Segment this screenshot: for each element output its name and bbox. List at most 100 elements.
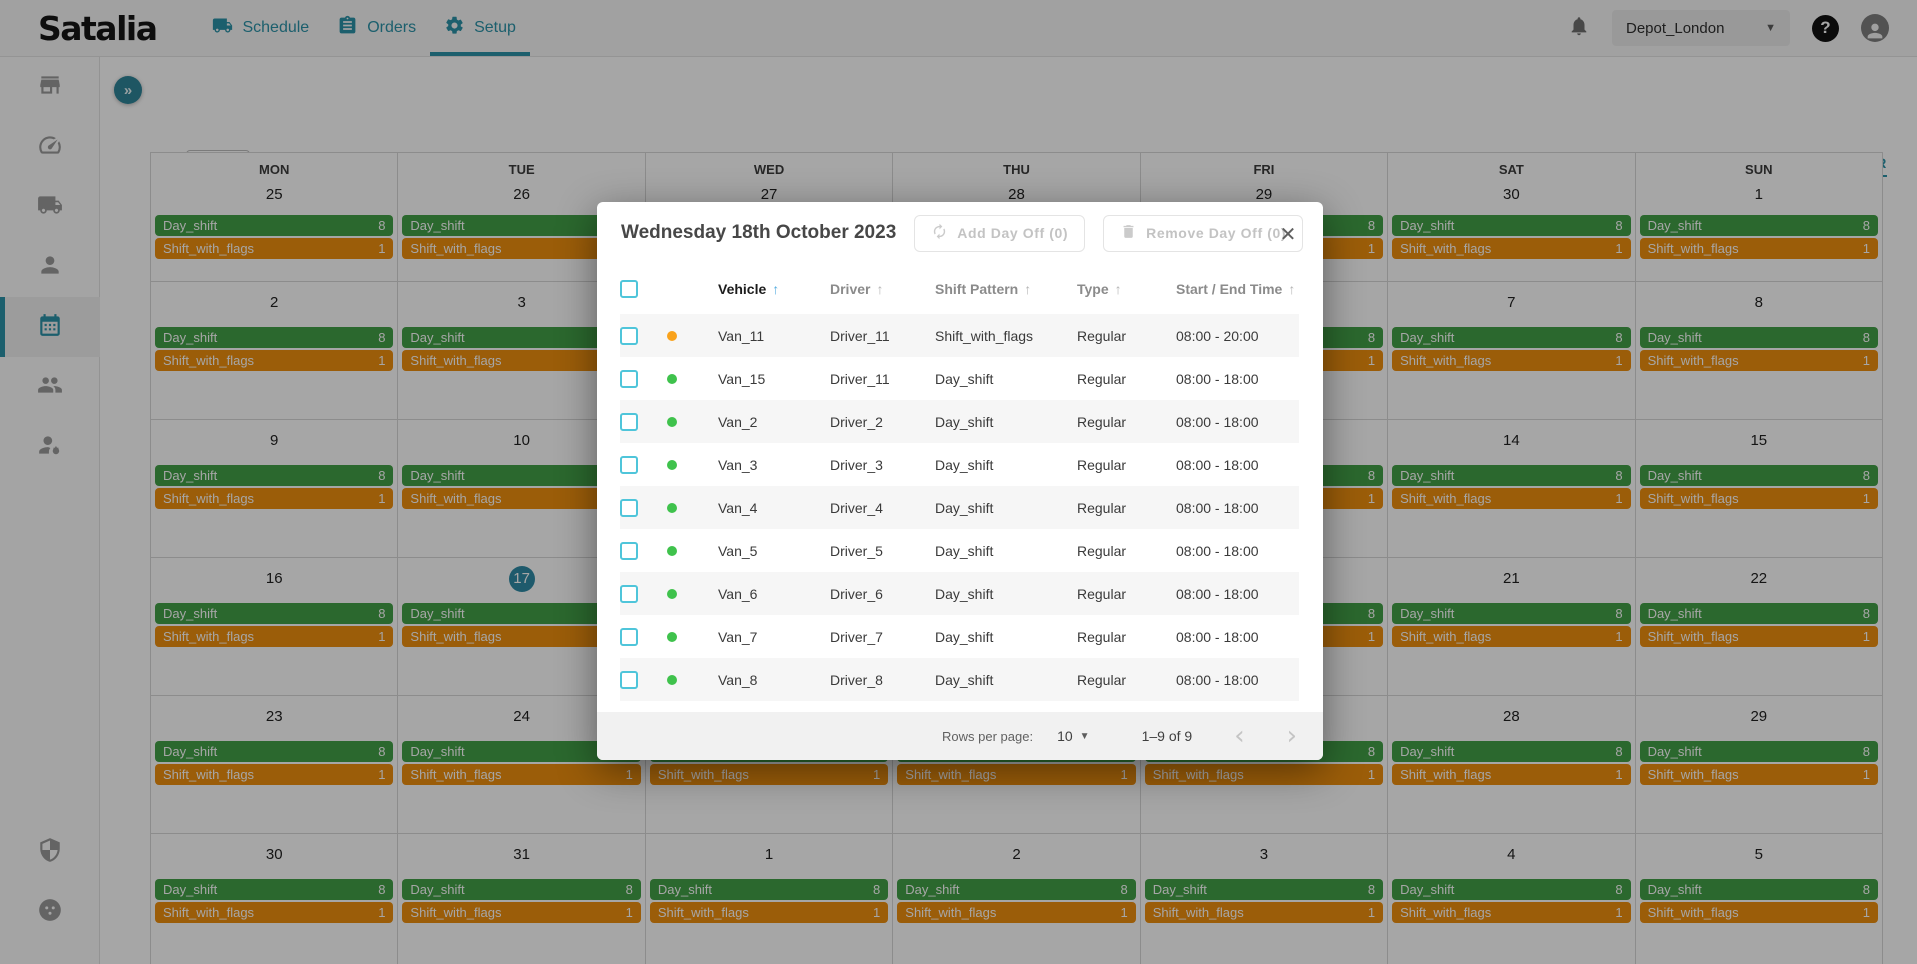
type-cell: Regular (1077, 457, 1176, 473)
status-dot-green (667, 374, 677, 384)
refresh-icon (931, 223, 948, 243)
shift-pattern-cell: Day_shift (935, 543, 1077, 559)
shift-pattern-cell: Day_shift (935, 457, 1077, 473)
table-pagination: Rows per page: 10 ▼ 1–9 of 9 ‹ › (597, 712, 1323, 760)
time-cell: 08:00 - 18:00 (1176, 672, 1299, 688)
driver-cell: Driver_4 (830, 500, 935, 516)
type-cell: Regular (1077, 629, 1176, 645)
table-body: Van_11Driver_11Shift_with_flagsRegular08… (620, 314, 1299, 701)
driver-cell: Driver_2 (830, 414, 935, 430)
status-dot-green (667, 460, 677, 470)
driver-cell: Driver_5 (830, 543, 935, 559)
sort-arrow-icon: ↑ (876, 281, 883, 297)
status-dot-green (667, 589, 677, 599)
table-row[interactable]: Van_5Driver_5Day_shiftRegular08:00 - 18:… (620, 529, 1299, 572)
row-checkbox[interactable] (620, 413, 638, 431)
shift-pattern-cell: Shift_with_flags (935, 328, 1077, 344)
driver-cell: Driver_8 (830, 672, 935, 688)
shift-pattern-cell: Day_shift (935, 414, 1077, 430)
time-cell: 08:00 - 18:00 (1176, 543, 1299, 559)
row-checkbox[interactable] (620, 542, 638, 560)
table-row[interactable]: Van_15Driver_11Day_shiftRegular08:00 - 1… (620, 357, 1299, 400)
status-dot-orange (667, 331, 677, 341)
status-dot-green (667, 675, 677, 685)
row-checkbox[interactable] (620, 370, 638, 388)
type-cell: Regular (1077, 543, 1176, 559)
type-cell: Regular (1077, 672, 1176, 688)
type-cell: Regular (1077, 371, 1176, 387)
shift-pattern-cell: Day_shift (935, 672, 1077, 688)
column-header-driver[interactable]: Driver↑ (830, 281, 935, 297)
sort-arrow-icon: ↑ (772, 281, 779, 297)
vehicle-cell: Van_5 (718, 543, 830, 559)
time-cell: 08:00 - 20:00 (1176, 328, 1299, 344)
day-details-modal: Wednesday 18th October 2023 Add Day Off … (597, 202, 1323, 760)
time-cell: 08:00 - 18:00 (1176, 414, 1299, 430)
table-row[interactable]: Van_3Driver_3Day_shiftRegular08:00 - 18:… (620, 443, 1299, 486)
select-all-checkbox[interactable] (620, 280, 638, 298)
row-checkbox[interactable] (620, 456, 638, 474)
row-checkbox[interactable] (620, 585, 638, 603)
shift-pattern-cell: Day_shift (935, 371, 1077, 387)
vehicle-cell: Van_3 (718, 457, 830, 473)
vehicle-cell: Van_7 (718, 629, 830, 645)
add-day-off-button[interactable]: Add Day Off (0) (914, 215, 1085, 252)
status-dot-green (667, 503, 677, 513)
row-checkbox[interactable] (620, 671, 638, 689)
shift-pattern-cell: Day_shift (935, 629, 1077, 645)
vehicle-cell: Van_11 (718, 328, 830, 344)
rows-per-page-select[interactable]: 10 (1057, 728, 1073, 744)
close-icon[interactable]: ✕ (1275, 222, 1301, 248)
driver-cell: Driver_11 (830, 371, 935, 387)
table-row[interactable]: Van_8Driver_8Day_shiftRegular08:00 - 18:… (620, 658, 1299, 701)
time-cell: 08:00 - 18:00 (1176, 371, 1299, 387)
column-header-start-end-time[interactable]: Start / End Time↑ (1176, 281, 1299, 297)
modal-title: Wednesday 18th October 2023 (621, 222, 896, 244)
remove-day-off-button[interactable]: Remove Day Off (0) (1103, 215, 1303, 252)
modal-header: Wednesday 18th October 2023 Add Day Off … (597, 202, 1323, 264)
shift-pattern-cell: Day_shift (935, 586, 1077, 602)
row-checkbox[interactable] (620, 628, 638, 646)
row-checkbox[interactable] (620, 499, 638, 517)
type-cell: Regular (1077, 500, 1176, 516)
pagination-range: 1–9 of 9 (1142, 728, 1193, 744)
rows-per-page-label: Rows per page: (942, 729, 1033, 744)
column-header-vehicle[interactable]: Vehicle↑ (718, 281, 830, 297)
table-row[interactable]: Van_7Driver_7Day_shiftRegular08:00 - 18:… (620, 615, 1299, 658)
table-row[interactable]: Van_2Driver_2Day_shiftRegular08:00 - 18:… (620, 400, 1299, 443)
add-day-off-label: Add Day Off (0) (957, 225, 1068, 241)
trash-icon (1120, 223, 1137, 243)
chevron-down-icon[interactable]: ▼ (1080, 731, 1090, 742)
column-header-type[interactable]: Type↑ (1077, 281, 1176, 297)
next-page-icon[interactable]: › (1287, 726, 1297, 746)
type-cell: Regular (1077, 328, 1176, 344)
vehicle-cell: Van_6 (718, 586, 830, 602)
vehicle-cell: Van_15 (718, 371, 830, 387)
status-dot-green (667, 632, 677, 642)
table-row[interactable]: Van_6Driver_6Day_shiftRegular08:00 - 18:… (620, 572, 1299, 615)
time-cell: 08:00 - 18:00 (1176, 457, 1299, 473)
row-checkbox[interactable] (620, 327, 638, 345)
driver-cell: Driver_11 (830, 328, 935, 344)
sort-arrow-icon: ↑ (1288, 281, 1295, 297)
time-cell: 08:00 - 18:00 (1176, 629, 1299, 645)
sort-arrow-icon: ↑ (1115, 281, 1122, 297)
table-header-row: Vehicle↑ Driver↑ Shift Pattern↑ Type↑ St… (620, 264, 1299, 314)
sort-arrow-icon: ↑ (1024, 281, 1031, 297)
shift-pattern-cell: Day_shift (935, 500, 1077, 516)
table-row[interactable]: Van_4Driver_4Day_shiftRegular08:00 - 18:… (620, 486, 1299, 529)
driver-cell: Driver_3 (830, 457, 935, 473)
previous-page-icon[interactable]: ‹ (1234, 726, 1244, 746)
time-cell: 08:00 - 18:00 (1176, 500, 1299, 516)
status-dot-green (667, 546, 677, 556)
column-header-shift-pattern[interactable]: Shift Pattern↑ (935, 281, 1077, 297)
vehicle-cell: Van_8 (718, 672, 830, 688)
type-cell: Regular (1077, 414, 1176, 430)
vehicle-cell: Van_4 (718, 500, 830, 516)
time-cell: 08:00 - 18:00 (1176, 586, 1299, 602)
table-row[interactable]: Van_11Driver_11Shift_with_flagsRegular08… (620, 314, 1299, 357)
type-cell: Regular (1077, 586, 1176, 602)
status-dot-green (667, 417, 677, 427)
remove-day-off-label: Remove Day Off (0) (1146, 225, 1286, 241)
driver-cell: Driver_6 (830, 586, 935, 602)
